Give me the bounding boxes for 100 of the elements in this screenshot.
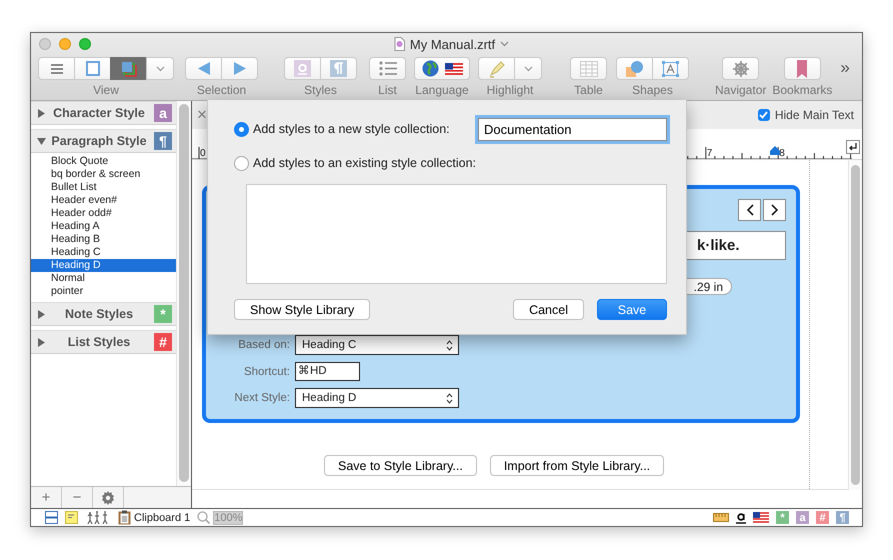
character-styles-button[interactable]: [284, 57, 321, 80]
flag-icon[interactable]: [753, 512, 769, 523]
style-dropdown[interactable]: Heading C: [295, 335, 459, 355]
triangle-right-icon[interactable]: [37, 310, 46, 318]
pilcrow-icon: [330, 60, 347, 77]
style-item[interactable]: Header odd#: [31, 207, 176, 220]
view-mode-button[interactable]: [110, 57, 147, 80]
table-button[interactable]: [570, 57, 607, 80]
toolbar-overflow-button[interactable]: »: [840, 58, 850, 78]
checkbox-label: Hide Main Text: [774, 108, 854, 122]
shortcut-field[interactable]: ⌘HD: [295, 362, 360, 381]
view-mode-button[interactable]: [74, 57, 111, 80]
toolbar-label: Language: [415, 83, 469, 97]
style-item[interactable]: Block Quote: [31, 155, 176, 168]
triangle-right-icon[interactable]: [37, 108, 46, 118]
radio-button[interactable]: [234, 156, 249, 170]
triangle-right-icon[interactable]: [37, 338, 46, 346]
chevron-down-icon[interactable]: [500, 41, 510, 47]
scrollbar-thumb[interactable]: [851, 165, 860, 485]
style-badge: a: [154, 104, 172, 122]
section-header[interactable]: Paragraph Style ¶: [31, 129, 176, 153]
style-item[interactable]: Heading D: [31, 259, 176, 272]
split-view-icon[interactable]: [45, 511, 58, 524]
scrollbar-thumb[interactable]: [179, 104, 189, 482]
next-button[interactable]: [763, 199, 786, 221]
zoom-icon[interactable]: [197, 511, 210, 524]
clipboard-icon[interactable]: [118, 510, 131, 525]
bookmarks-button[interactable]: [784, 57, 821, 80]
style-item[interactable]: pointer: [31, 285, 176, 298]
collection-list[interactable]: [246, 184, 667, 284]
collection-name-field[interactable]: Documentation: [478, 118, 667, 140]
minimize-window-button[interactable]: [59, 38, 71, 50]
text-box-button[interactable]: [652, 57, 689, 80]
library-button[interactable]: Import from Style Library...: [490, 455, 664, 476]
section-header[interactable]: List Styles #: [31, 330, 176, 354]
menu-icon: [50, 62, 64, 74]
return-arrow-icon[interactable]: [846, 140, 860, 154]
dialog-button[interactable]: Cancel: [513, 299, 584, 320]
close-window-button[interactable]: [39, 38, 51, 50]
toolbar-label: Table: [574, 83, 603, 97]
note-icon[interactable]: [65, 511, 78, 524]
triangle-down-icon[interactable]: [37, 136, 46, 146]
ruler-number: 8: [779, 148, 785, 159]
section-title: List Styles: [66, 335, 132, 349]
style-item[interactable]: Heading A: [31, 220, 176, 233]
chevron-left-icon: [746, 204, 754, 216]
style-item[interactable]: Heading B: [31, 233, 176, 246]
navigator-button[interactable]: [722, 57, 760, 80]
checkbox[interactable]: [758, 109, 770, 121]
gear-icon: [101, 490, 115, 504]
style-item[interactable]: bq border & screen: [31, 168, 176, 181]
radio-button[interactable]: [234, 122, 249, 136]
highlight-button[interactable]: [478, 57, 515, 80]
toolbar-label: Navigator: [715, 83, 766, 97]
hide-main-text-checkbox[interactable]: Hide Main Text: [758, 108, 854, 122]
table-icon: [580, 60, 598, 76]
page-icon: [86, 61, 100, 76]
clipboard-label: Clipboard 1: [134, 512, 190, 524]
section-title: Note Styles: [64, 307, 134, 321]
highlighter-icon: [488, 60, 506, 78]
style-item[interactable]: Header even#: [31, 194, 176, 207]
view-options-button[interactable]: [146, 57, 174, 80]
checkmark-icon: [759, 111, 768, 119]
previous-button[interactable]: [738, 199, 761, 221]
list-button[interactable]: [369, 57, 406, 80]
triangle-right-icon: [232, 61, 246, 76]
style-badge: *: [154, 305, 172, 323]
ruler-number: 0: [200, 148, 206, 159]
dialog-button[interactable]: Save: [597, 299, 667, 320]
zoom-window-button[interactable]: [79, 38, 91, 50]
style-dropdown[interactable]: Heading D: [295, 388, 459, 408]
chevron-right-icon: [770, 204, 778, 216]
section-header[interactable]: Character Style a: [31, 101, 176, 125]
toolbar-label: Bookmarks: [772, 83, 832, 97]
tab-stop-marker[interactable]: [770, 146, 780, 155]
language-button[interactable]: [414, 57, 470, 80]
highlight-options-button[interactable]: [514, 57, 542, 80]
style-item[interactable]: Normal: [31, 272, 176, 285]
document-icon: [394, 37, 405, 51]
style-item[interactable]: Bullet List: [31, 181, 176, 194]
view-mode-button[interactable]: [38, 57, 75, 80]
library-button[interactable]: Save to Style Library...: [324, 455, 477, 476]
text-box-icon: [661, 60, 680, 78]
section-header[interactable]: Note Styles *: [31, 302, 176, 326]
style-item[interactable]: Heading C: [31, 246, 176, 259]
shapes-button[interactable]: [616, 57, 653, 80]
flag-icon: [444, 62, 462, 74]
ruler-icon[interactable]: [713, 513, 729, 522]
triangle-left-icon: [196, 61, 210, 76]
paragraph-styles-button[interactable]: [320, 57, 357, 80]
stepper-arrows-icon: [446, 392, 453, 404]
style-badge: #: [154, 333, 172, 351]
dialog-button[interactable]: Show Style Library: [234, 299, 370, 320]
field-label: Shortcut:: [242, 366, 290, 378]
bookmark-icon: [797, 60, 808, 78]
paragraph-layers-icon: [120, 60, 136, 76]
letter-a-icon[interactable]: [736, 511, 746, 524]
ruler-number: 7: [706, 148, 712, 159]
zoom-level: 100%: [213, 510, 244, 524]
toolbar-label: Selection: [196, 83, 246, 97]
